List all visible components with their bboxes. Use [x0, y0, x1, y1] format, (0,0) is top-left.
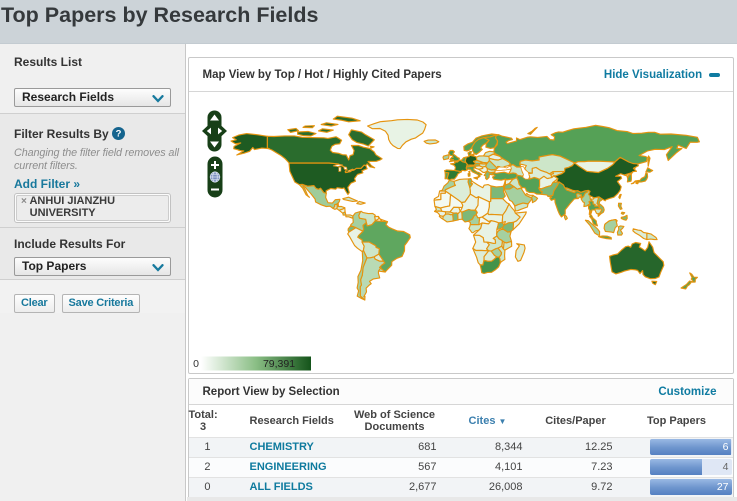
svg-text:79,391: 79,391 [262, 358, 294, 370]
svg-text:0: 0 [193, 358, 199, 370]
svg-text:?: ? [116, 129, 122, 140]
